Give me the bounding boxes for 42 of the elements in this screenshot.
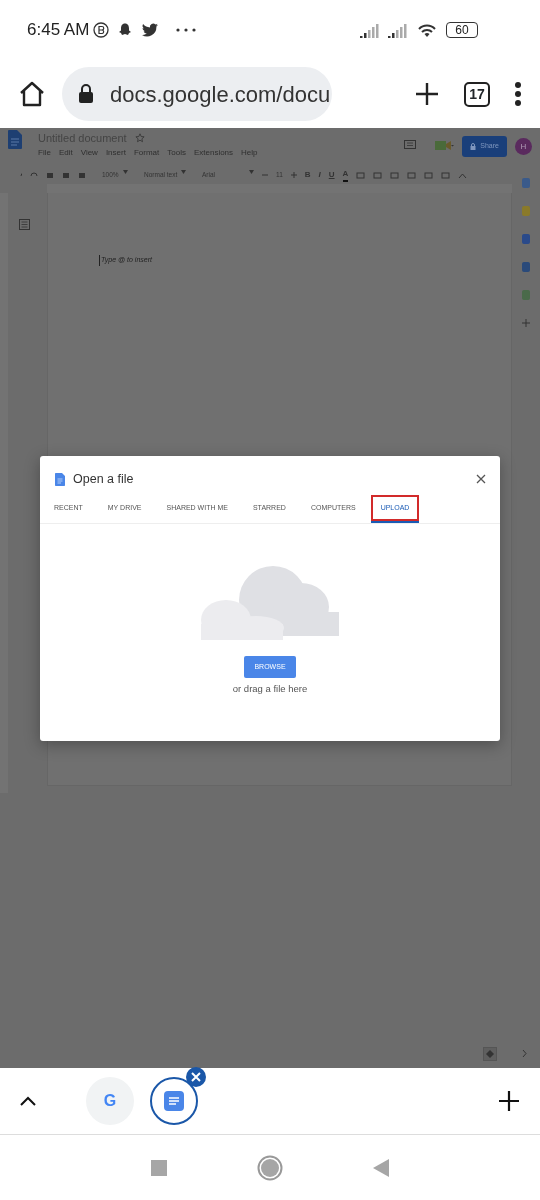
chevron-up-icon[interactable]: [20, 1096, 36, 1106]
recents-icon[interactable]: [151, 1159, 167, 1176]
signal-icon: [360, 22, 380, 38]
tab-switcher[interactable]: 17: [464, 81, 490, 107]
document-icon: [8, 130, 22, 149]
chevron-right-icon[interactable]: [522, 1050, 527, 1057]
italic-button[interactable]: I: [318, 169, 321, 181]
redo-icon[interactable]: [30, 171, 38, 179]
collapse-icon[interactable]: [458, 171, 468, 179]
home-icon[interactable]: [18, 80, 46, 108]
outline-icon[interactable]: [19, 219, 30, 230]
drag-hint: or drag a file here: [232, 682, 308, 697]
address-bar[interactable]: docs.google.com/docu: [62, 67, 332, 121]
explore-icon[interactable]: [483, 1047, 497, 1061]
star-icon[interactable]: [134, 133, 145, 144]
tab-thumbnail[interactable]: [150, 1077, 198, 1125]
wifi-icon: [416, 22, 438, 38]
lock-icon: [78, 84, 94, 104]
plus-icon[interactable]: [498, 1090, 520, 1112]
document-icon: [55, 472, 65, 486]
signal-icon: [388, 22, 408, 38]
document-icon: [164, 1091, 184, 1111]
plus-icon[interactable]: [414, 81, 440, 107]
lock-icon: [470, 142, 477, 150]
tab-thumbnail[interactable]: G: [86, 1077, 134, 1125]
camera-icon[interactable]: [434, 139, 455, 151]
avatar[interactable]: H: [515, 138, 532, 155]
bird-icon: [141, 22, 160, 38]
battery-indicator: 60: [446, 22, 478, 38]
back-icon[interactable]: [373, 1158, 389, 1177]
caret-icon: [181, 170, 186, 175]
underline-button[interactable]: U: [328, 169, 335, 181]
text-color-button[interactable]: A: [342, 168, 349, 182]
clock-text: 6:45 AM: [27, 19, 90, 42]
bold-button[interactable]: B: [304, 169, 311, 181]
close-icon[interactable]: [186, 1067, 206, 1087]
chat-b-icon: [93, 22, 110, 38]
menu-icon[interactable]: [514, 81, 522, 107]
caret-icon: [249, 170, 254, 175]
close-icon[interactable]: [476, 474, 486, 485]
caret-icon: [123, 170, 128, 175]
dialog-title: Open a file: [73, 471, 134, 488]
